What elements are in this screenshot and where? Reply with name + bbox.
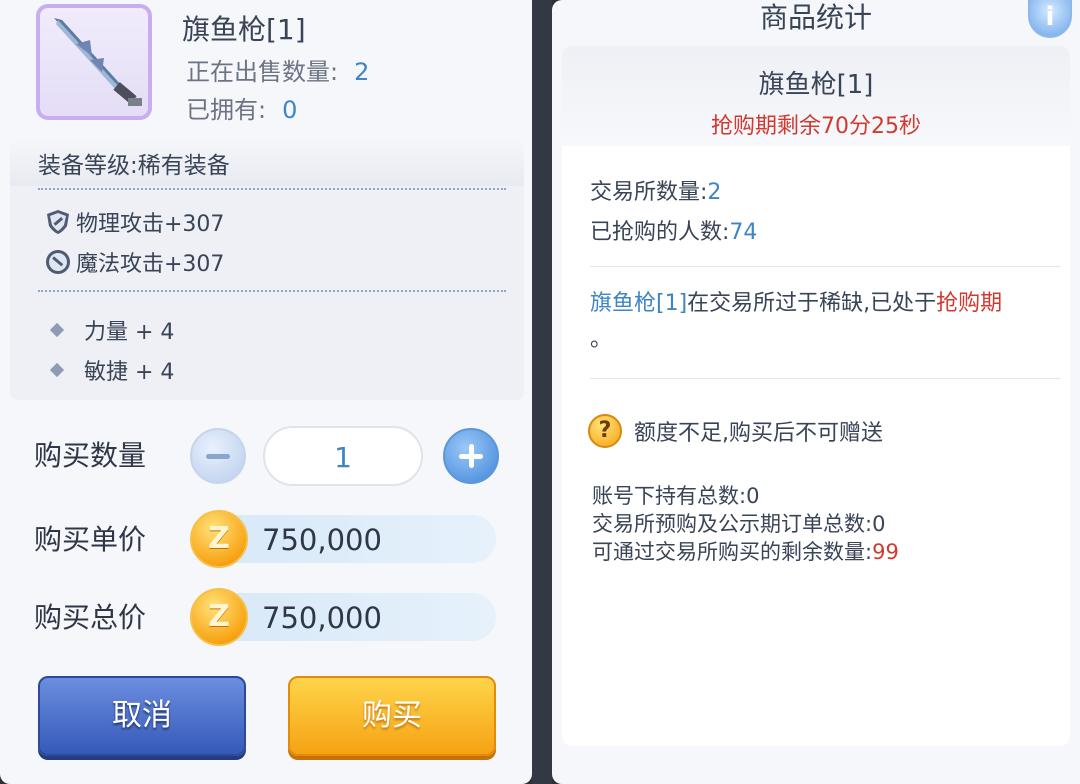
quota-warning: ? 额度不足,购买后不可赠送 [588,414,883,448]
physical-attack-text: 物理攻击+307 [76,212,225,237]
selling-count-line: 正在出售数量: 2 [186,52,369,87]
quantity-label: 购买数量 [34,439,147,472]
buyers-value: 74 [729,220,758,245]
owned-count-line: 已拥有: 0 [186,90,297,125]
product-stats-panel: 商品统计 i 旗鱼枪[1] 抢购期剩余70分25秒 交易所数量:2 已抢购的人数… [552,0,1080,784]
divider [590,378,1060,379]
attribute-row: 魔法攻击+307 [44,246,224,278]
item-icon[interactable] [36,4,152,120]
minus-icon [206,454,230,459]
exchange-quantity-line: 交易所数量:2 [590,174,721,206]
attribute-row: 物理攻击+307 [44,206,224,238]
stats-card-header: 旗鱼枪[1] 抢购期剩余70分25秒 [562,46,1070,146]
bonus-row: 敏捷 + 4 [49,354,175,386]
scarcity-note: 旗鱼枪[1]在交易所过于稀缺,已处于抢购期。 [590,291,1003,352]
buyers-line: 已抢购的人数:74 [590,214,757,246]
exchange-qty-label: 交易所数量: [590,180,708,205]
zeny-coin-icon: Z [190,588,248,646]
selling-count: 2 [354,58,370,86]
magic-shield-icon [46,250,70,274]
owned-count: 0 [282,96,298,124]
divider [590,266,1060,267]
bonus-row: 力量 + 4 [49,314,175,346]
physical-shield-icon [47,210,69,234]
exchange-qty-value: 2 [707,180,722,205]
background-strip [532,0,552,784]
note-rush-period: 抢购期 [936,291,1003,316]
total-price-label: 购买总价 [34,601,147,634]
bullet-icon [49,322,65,338]
remaining-value: 99 [872,540,899,564]
selling-label: 正在出售数量: [186,58,339,86]
orders-total-line: 交易所预购及公示期订单总数:0 [592,512,886,536]
owned-label: 已拥有: [186,96,267,124]
unit-price-label: 购买单价 [34,523,147,556]
swordfish-spear-icon [54,18,142,106]
orders-total-value: 0 [872,512,886,536]
purchase-panel: 旗鱼枪[1] 正在出售数量: 2 已拥有: 0 装备等级:稀有装备 物理攻击+307… [0,0,532,784]
equipment-grade: 装备等级:稀有装备 [38,153,230,179]
increase-quantity-button[interactable] [443,428,499,484]
total-price-value: 750,000 [262,601,382,635]
item-name: 旗鱼枪[1] [182,13,306,46]
item-details[interactable]: 装备等级:稀有装备 物理攻击+307 魔法攻击+307 力量 + 4 敏捷 + … [10,138,524,400]
stats-item-name: 旗鱼枪[1] [758,70,874,100]
held-total-value: 0 [746,484,760,508]
buyers-label: 已抢购的人数: [590,220,730,245]
strength-bonus: 力量 + 4 [84,320,175,345]
decrease-quantity-button[interactable] [190,428,246,484]
cancel-button[interactable]: 取消 [38,676,246,756]
details-header: 装备等级:稀有装备 [10,138,524,186]
magic-attack-text: 魔法攻击+307 [76,252,225,277]
warning-text: 额度不足,购买后不可赠送 [634,421,883,446]
remaining-line: 可通过交易所购买的剩余数量:99 [592,540,899,564]
unit-price-value: 750,000 [262,523,382,557]
bullet-icon [49,362,65,378]
divider [38,188,506,190]
rush-period-timer: 抢购期剩余70分25秒 [711,114,921,139]
panel-title: 商品统计 [759,1,872,34]
zeny-coin-icon: Z [190,510,248,568]
question-icon[interactable]: ? [588,414,622,448]
stats-card: 旗鱼枪[1] 抢购期剩余70分25秒 交易所数量:2 已抢购的人数:74 旗鱼枪… [562,46,1070,746]
held-total-line: 账号下持有总数:0 [592,484,760,508]
divider [38,290,506,292]
agility-bonus: 敏捷 + 4 [84,360,175,385]
buy-button[interactable]: 购买 [288,676,496,756]
quantity-input[interactable]: 1 [263,426,423,486]
note-item-link[interactable]: 旗鱼枪[1] [590,291,687,316]
